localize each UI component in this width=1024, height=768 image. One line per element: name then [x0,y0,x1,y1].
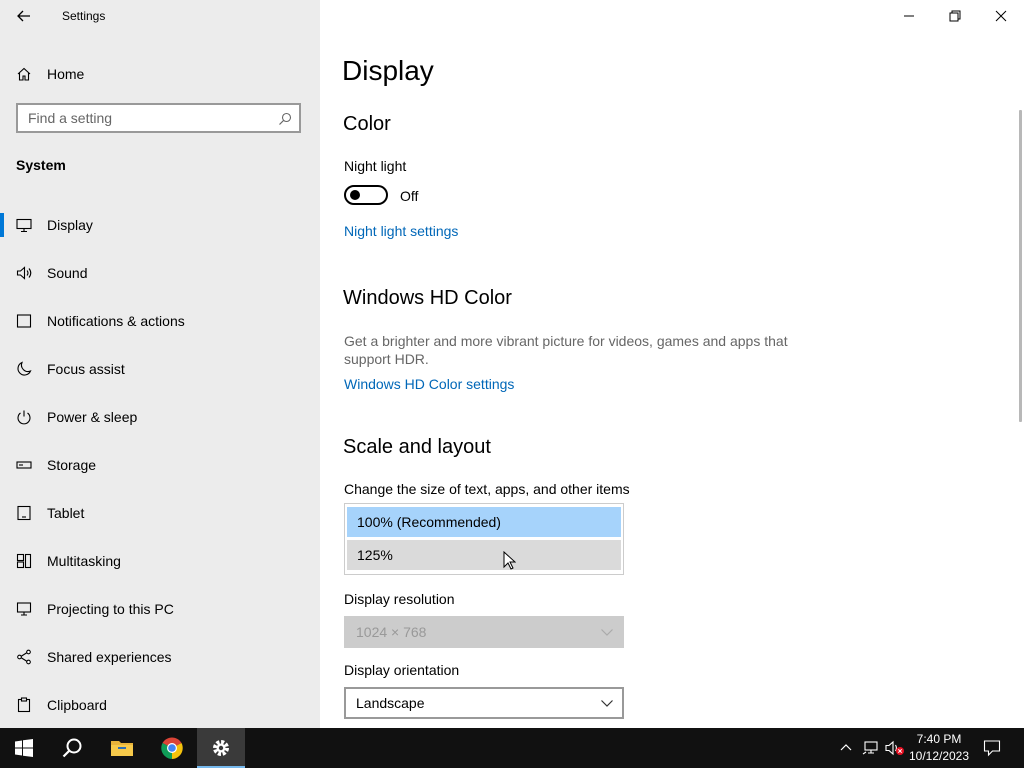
settings-icon [213,740,229,756]
show-hidden-icons-button[interactable] [838,728,854,768]
orientation-dropdown[interactable]: Landscape [344,687,624,719]
minimize-icon [904,15,914,17]
sidebar-item-label: Storage [47,457,97,473]
toggle-knob [350,190,360,200]
sidebar-item-multitasking[interactable]: Multitasking [0,541,320,581]
hd-color-description: Get a brighter and more vibrant picture … [344,333,788,367]
shared-experiences-icon [16,649,32,665]
chrome-icon [161,737,183,759]
night-light-label: Night light [344,158,407,174]
taskbar: 7:40 PM 10/12/2023 [0,728,1024,768]
home-nav-item[interactable]: Home [16,62,84,86]
file-explorer-icon [111,741,133,756]
back-button[interactable] [14,6,34,26]
minimize-button[interactable] [886,0,932,32]
sidebar-item-label: Clipboard [47,697,107,713]
power-icon [16,409,32,425]
start-icon [15,739,33,757]
app-title: Settings [62,9,106,23]
sidebar-item-label: Focus assist [47,361,125,377]
sidebar-item-label: Tablet [47,505,85,521]
sidebar-item-label: Notifications & actions [47,313,185,329]
taskbar-search-button[interactable] [48,728,96,768]
sidebar-item-power-sleep[interactable]: Power & sleep [0,397,320,437]
section-title-system: System [16,157,66,173]
chevron-down-icon [601,700,613,707]
tablet-icon [16,505,32,521]
sidebar-item-sound[interactable]: Sound [0,253,320,293]
projecting-icon [16,601,32,617]
sidebar-item-label: Display [47,217,93,233]
close-button[interactable] [978,0,1024,32]
sidebar-item-clipboard[interactable]: Clipboard [0,685,320,725]
file-explorer-button[interactable] [98,728,146,768]
clipboard-icon [16,697,32,713]
taskbar-clock[interactable]: 7:40 PM 10/12/2023 [905,731,973,765]
clock-date: 10/12/2023 [908,749,970,763]
notification-icon [16,313,32,329]
scale-option-125[interactable]: 125% [347,540,621,570]
restore-icon [949,10,961,22]
night-light-settings-link[interactable]: Night light settings [344,223,458,239]
search-box[interactable] [16,103,301,133]
start-button[interactable] [0,728,48,768]
network-icon [862,741,878,755]
search-input[interactable] [28,110,268,126]
color-heading: Color [343,113,391,135]
restore-button[interactable] [932,0,978,32]
scale-label: Change the size of text, apps, and other… [344,481,630,497]
back-arrow-icon [17,10,30,22]
sidebar: Settings Home System Display Sound Notif… [0,0,320,728]
hd-color-heading: Windows HD Color [343,287,512,309]
sidebar-item-tablet[interactable]: Tablet [0,493,320,533]
mouse-cursor-icon [503,551,516,570]
page-title: Display [342,55,434,86]
night-light-toggle[interactable] [344,185,388,205]
sidebar-item-storage[interactable]: Storage [0,445,320,485]
orientation-value: Landscape [356,695,425,711]
chevron-down-icon [601,629,613,636]
night-light-state: Off [400,188,419,204]
sidebar-item-focus-assist[interactable]: Focus assist [0,349,320,389]
home-icon [16,66,32,82]
network-tray-button[interactable] [861,728,881,768]
scrollbar[interactable] [1019,110,1022,422]
sidebar-item-label: Shared experiences [47,649,172,665]
action-center-button[interactable] [980,728,1004,768]
resolution-value: 1024 × 768 [356,624,427,640]
storage-icon [16,457,32,473]
resolution-label: Display resolution [344,591,455,607]
sidebar-item-display[interactable]: Display [0,205,320,245]
search-icon[interactable] [277,111,293,127]
volume-muted-icon [885,740,904,756]
sidebar-item-label: Multitasking [47,553,121,569]
close-icon [995,10,1007,22]
sidebar-item-label: Sound [47,265,88,281]
chrome-button[interactable] [148,728,196,768]
moon-icon [16,361,32,377]
chevron-up-icon [840,744,852,751]
sidebar-item-notifications[interactable]: Notifications & actions [0,301,320,341]
clock-time: 7:40 PM [916,732,962,746]
scale-dropdown-list[interactable]: 100% (Recommended) 125% [344,503,624,575]
multitasking-icon [16,553,32,569]
sidebar-item-label: Projecting to this PC [47,601,174,617]
hd-color-settings-link[interactable]: Windows HD Color settings [344,376,514,392]
home-label: Home [47,66,85,82]
resolution-dropdown: 1024 × 768 [344,616,624,648]
notification-icon [983,740,1001,757]
volume-tray-button[interactable] [884,728,906,768]
speaker-icon [16,265,32,281]
orientation-label: Display orientation [344,662,460,678]
monitor-icon [16,217,32,233]
sidebar-item-projecting[interactable]: Projecting to this PC [0,589,320,629]
scale-layout-heading: Scale and layout [343,436,491,458]
sidebar-item-shared-experiences[interactable]: Shared experiences [0,637,320,677]
settings-taskbar-button[interactable] [197,728,245,768]
search-icon [62,738,82,758]
sidebar-item-label: Power & sleep [47,409,138,425]
scale-option-100[interactable]: 100% (Recommended) [347,507,621,537]
